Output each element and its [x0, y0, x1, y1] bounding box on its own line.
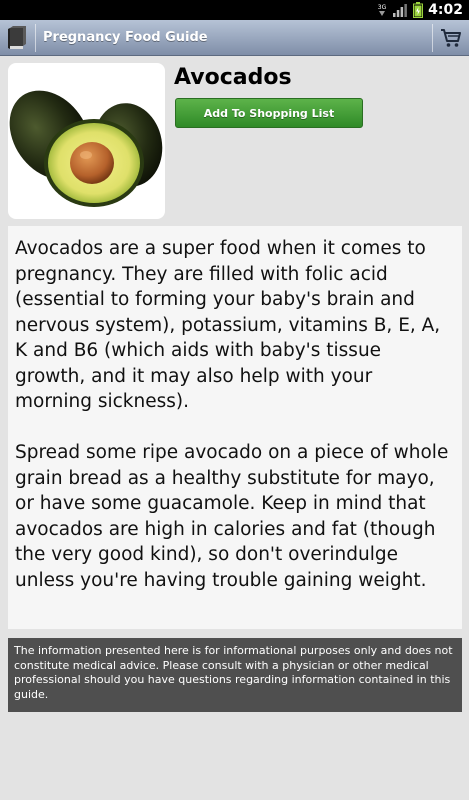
shopping-cart-icon [441, 29, 461, 47]
data-3g-icon: 3G [378, 4, 387, 16]
add-to-shopping-list-button[interactable]: Add To Shopping List [175, 98, 363, 128]
food-image [8, 63, 165, 219]
book-icon[interactable] [6, 26, 28, 50]
disclaimer-text: The information presented here is for in… [14, 644, 453, 701]
food-description: Avocados are a super food when it comes … [15, 238, 449, 591]
disclaimer-panel: The information presented here is for in… [8, 638, 462, 712]
status-icons: 3G [377, 2, 423, 18]
action-bar: Pregnancy Food Guide [0, 20, 469, 56]
food-name: Avocados [174, 65, 292, 90]
svg-text:3G: 3G [378, 4, 387, 11]
status-bar: 3G 4:02 [0, 0, 469, 20]
signal-icon [393, 4, 407, 17]
app-title: Pregnancy Food Guide [43, 30, 208, 45]
shopping-cart-button[interactable] [433, 20, 469, 56]
avocado-image [9, 90, 163, 207]
food-description-panel: Avocados are a super food when it comes … [8, 226, 462, 629]
status-clock: 4:02 [428, 2, 463, 18]
battery-icon [413, 2, 423, 18]
action-bar-divider [35, 24, 36, 52]
